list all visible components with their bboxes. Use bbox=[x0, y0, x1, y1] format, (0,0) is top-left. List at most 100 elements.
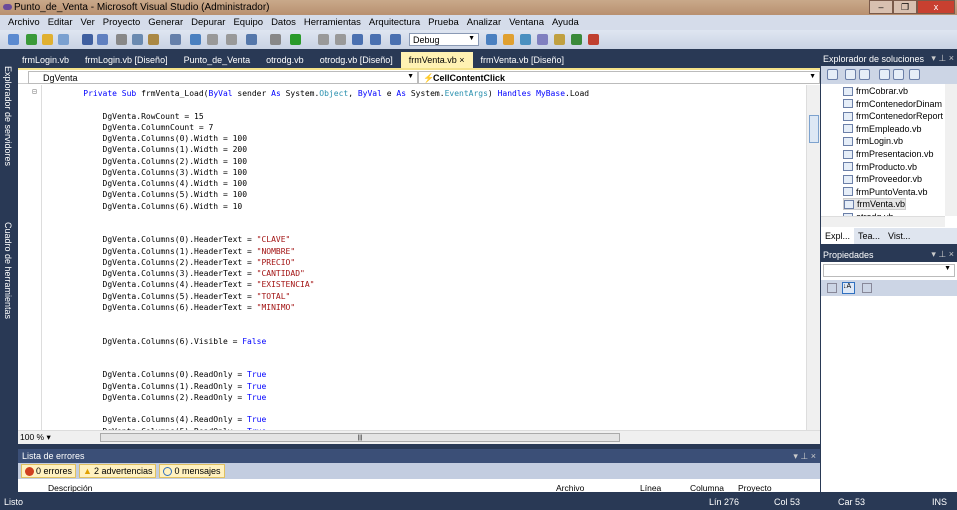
menu-datos[interactable]: Datos bbox=[267, 15, 300, 30]
toolbar-button-icon[interactable] bbox=[270, 34, 281, 45]
toolbar-button-icon[interactable] bbox=[486, 34, 497, 45]
toolbar-button-icon[interactable] bbox=[537, 34, 548, 45]
menu-generar[interactable]: Generar bbox=[144, 15, 187, 30]
toolbar-button-icon[interactable] bbox=[520, 34, 531, 45]
solution-toolbar-icon[interactable] bbox=[879, 69, 890, 80]
event-dropdown[interactable]: ⚡ CellContentClick ▼ bbox=[418, 71, 820, 84]
toolbar-button-icon[interactable] bbox=[207, 34, 218, 45]
toolbar-button-icon[interactable] bbox=[588, 34, 599, 45]
toolbar-button-icon[interactable] bbox=[290, 34, 301, 45]
scroll-thumb[interactable] bbox=[809, 115, 819, 143]
toolbar-button-icon[interactable] bbox=[352, 34, 363, 45]
vertical-scrollbar[interactable] bbox=[806, 85, 820, 430]
warnings-filter-button[interactable]: ▲ 2 advertencias bbox=[79, 464, 157, 478]
minimize-button[interactable]: – bbox=[869, 0, 893, 14]
categorized-icon[interactable] bbox=[827, 283, 837, 293]
horizontal-scroll-thumb[interactable]: ||| bbox=[100, 433, 620, 442]
code-area[interactable]: ⊟ Private Sub frmVenta_Load(ByVal sender… bbox=[18, 85, 806, 430]
doc-tab[interactable]: frmLogin.vb [Diseño] bbox=[77, 52, 176, 68]
menu-depurar[interactable]: Depurar bbox=[187, 15, 229, 30]
server-explorer-tab[interactable]: Explorador de servidores bbox=[1, 66, 13, 166]
doc-tab[interactable]: otrodg.vb bbox=[258, 52, 312, 68]
toolbar-button-icon[interactable] bbox=[58, 34, 69, 45]
toolbar-button-icon[interactable] bbox=[116, 34, 127, 45]
property-pages-icon[interactable] bbox=[862, 283, 872, 293]
zoom-select[interactable]: 100 % ▾ bbox=[20, 432, 64, 443]
menu-ver[interactable]: Ver bbox=[77, 15, 99, 30]
solution-item[interactable]: frmProveedor.vb bbox=[843, 173, 922, 185]
messages-filter-button[interactable]: 0 mensajes bbox=[159, 464, 225, 478]
close-button[interactable]: x bbox=[917, 0, 955, 14]
toolbar-button-icon[interactable] bbox=[82, 34, 93, 45]
solution-item[interactable]: frmPuntoVenta.vb bbox=[843, 186, 928, 198]
toolbar-button-icon[interactable] bbox=[318, 34, 329, 45]
solution-item[interactable]: frmEmpleado.vb bbox=[843, 123, 922, 135]
toolbar-button-icon[interactable] bbox=[8, 34, 19, 45]
toolbar-button-icon[interactable] bbox=[335, 34, 346, 45]
solution-item[interactable]: frmVenta.vb bbox=[843, 198, 907, 211]
menu-prueba[interactable]: Prueba bbox=[424, 15, 463, 30]
solution-toolbar-icon[interactable] bbox=[859, 69, 870, 80]
doc-tab[interactable]: frmLogin.vb bbox=[14, 52, 77, 68]
menu-herramientas[interactable]: Herramientas bbox=[300, 15, 365, 30]
toolbar-button-icon[interactable] bbox=[226, 34, 237, 45]
alphabetical-icon[interactable]: ↓A bbox=[842, 282, 855, 294]
toolbar-button-icon[interactable] bbox=[390, 34, 401, 45]
toolbar-button-icon[interactable] bbox=[148, 34, 159, 45]
tab-class-view[interactable]: Vist... bbox=[884, 228, 914, 244]
solution-item[interactable]: frmCobrar.vb bbox=[843, 85, 908, 97]
menu-ventana[interactable]: Ventana bbox=[505, 15, 548, 30]
doc-tab[interactable]: frmVenta.vb [Diseño] bbox=[473, 52, 573, 68]
solution-toolbar-icon[interactable] bbox=[827, 69, 838, 80]
solution-hscrollbar[interactable] bbox=[821, 216, 945, 227]
toolbar-button-icon[interactable] bbox=[190, 34, 201, 45]
solution-configuration-select[interactable]: Debug ▼ bbox=[409, 33, 479, 46]
toolbar-button-icon[interactable] bbox=[246, 34, 257, 45]
code-line: DgVenta.Columns(2).ReadOnly = True bbox=[64, 392, 267, 403]
menu-proyecto[interactable]: Proyecto bbox=[99, 15, 145, 30]
toolbar-button-icon[interactable] bbox=[170, 34, 181, 45]
doc-tab[interactable]: Punto_de_Venta bbox=[176, 52, 259, 68]
toolbar-button-icon[interactable] bbox=[554, 34, 565, 45]
solution-item[interactable]: frmPresentacion.vb bbox=[843, 148, 934, 160]
tab-solution-explorer[interactable]: Expl... bbox=[821, 228, 855, 244]
solution-toolbar-icon[interactable] bbox=[845, 69, 856, 80]
form-file-icon bbox=[843, 111, 853, 121]
collapse-icon[interactable]: ⊟ bbox=[32, 87, 37, 96]
toolbar-button-icon[interactable] bbox=[97, 34, 108, 45]
toolbox-tab[interactable]: Cuadro de herramientas bbox=[1, 222, 13, 319]
menu-ayuda[interactable]: Ayuda bbox=[548, 15, 583, 30]
solution-toolbar-icon[interactable] bbox=[893, 69, 904, 80]
menu-archivo[interactable]: Archivo bbox=[4, 15, 44, 30]
toolbar-button-icon[interactable] bbox=[370, 34, 381, 45]
solution-item[interactable]: frmProducto.vb bbox=[843, 161, 917, 173]
event-value: CellContentClick bbox=[433, 73, 506, 83]
solution-item[interactable]: frmContenedorReport bbox=[843, 110, 943, 122]
menu-arquitectura[interactable]: Arquitectura bbox=[365, 15, 424, 30]
toolbar-button-icon[interactable] bbox=[26, 34, 37, 45]
code-line: DgVenta.RowCount = 15 bbox=[64, 111, 204, 122]
solution-item[interactable]: frmContenedorDinam bbox=[843, 98, 942, 110]
maximize-button[interactable]: ❐ bbox=[893, 0, 917, 14]
toolbar-button-icon[interactable] bbox=[503, 34, 514, 45]
solution-toolbar-icon[interactable] bbox=[909, 69, 920, 80]
toolbar-button-icon[interactable] bbox=[42, 34, 53, 45]
menu-analizar[interactable]: Analizar bbox=[463, 15, 505, 30]
errors-filter-button[interactable]: 0 errores bbox=[21, 464, 77, 478]
code-token: DgVenta.Columns(2).Width = 100 bbox=[64, 156, 248, 166]
solution-scrollbar[interactable] bbox=[945, 84, 957, 216]
toolbar-button-icon[interactable] bbox=[132, 34, 143, 45]
menu-equipo[interactable]: Equipo bbox=[229, 15, 267, 30]
panel-pin-close-icons[interactable]: ▾ ⊥ × bbox=[793, 451, 816, 462]
object-dropdown[interactable]: DgVenta ▼ bbox=[28, 71, 418, 84]
menu-editar[interactable]: Editar bbox=[44, 15, 77, 30]
panel-pin-close-icons[interactable]: ▾ ⊥ × bbox=[931, 53, 954, 64]
doc-tab[interactable]: frmVenta.vb × bbox=[400, 52, 473, 68]
properties-object-select[interactable]: ▼ bbox=[823, 264, 955, 277]
panel-pin-close-icons[interactable]: ▾ ⊥ × bbox=[931, 249, 954, 260]
toolbar-button-icon[interactable] bbox=[571, 34, 582, 45]
code-editor[interactable]: DgVenta ▼ ⚡ CellContentClick ▼ ⊟ Private Su… bbox=[18, 68, 820, 444]
solution-item[interactable]: frmLogin.vb bbox=[843, 135, 903, 147]
doc-tab[interactable]: otrodg.vb [Diseño] bbox=[312, 52, 401, 68]
tab-team-explorer[interactable]: Tea... bbox=[854, 228, 884, 244]
